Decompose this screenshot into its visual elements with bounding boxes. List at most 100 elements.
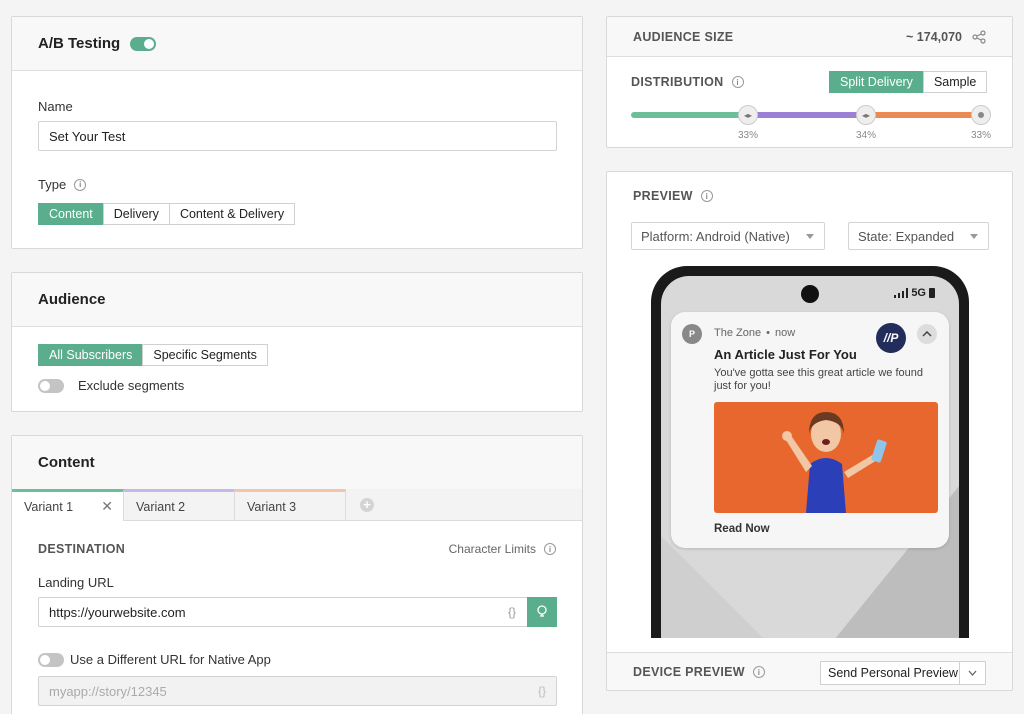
exclude-segments-toggle[interactable] — [38, 378, 64, 393]
device-preview-bar: DEVICE PREVIEW i Send Personal Preview — [607, 652, 1012, 690]
tab-variant-1[interactable]: Variant 1 ✕ — [12, 489, 124, 521]
distribution-label: DISTRIBUTION — [631, 75, 724, 89]
preview-label: PREVIEW — [633, 189, 693, 203]
brand-logo: //P — [876, 323, 906, 353]
push-notification[interactable]: P The Zone • now //P An Article Just For… — [671, 312, 949, 548]
lightbulb-icon[interactable] — [527, 597, 557, 627]
type-content-delivery-option[interactable]: Content & Delivery — [168, 203, 296, 225]
type-content-option[interactable]: Content — [38, 203, 104, 225]
variant-tabs: Variant 1 ✕ Variant 2 Variant 3 + — [12, 489, 582, 521]
specific-segments-option[interactable]: Specific Segments — [142, 344, 268, 366]
notif-image — [714, 402, 938, 513]
phone-mockup: 5G P The Zone • now //P An Article Just … — [651, 266, 969, 638]
content-title: Content — [38, 454, 95, 471]
device-preview-info-icon[interactable]: i — [752, 666, 765, 678]
collapse-icon[interactable] — [917, 324, 937, 344]
camera-icon — [801, 285, 819, 303]
audience-size-label: AUDIENCE SIZE — [633, 29, 734, 44]
ab-testing-title: A/B Testing — [38, 35, 121, 52]
send-preview-dropdown[interactable] — [959, 662, 985, 684]
chevron-down-icon — [806, 234, 814, 239]
signal-icon — [894, 288, 909, 298]
split-segment-3 — [866, 112, 983, 118]
audience-selector: All Subscribers Specific Segments — [38, 344, 268, 366]
preview-panel: PREVIEW i Platform: Android (Native) Sta… — [606, 171, 1013, 691]
woman-photo — [782, 412, 887, 513]
destination-label: DESTINATION — [38, 542, 126, 556]
name-input[interactable]: Set Your Test — [38, 121, 557, 151]
split-segment-2 — [748, 112, 866, 118]
tab-variant-3[interactable]: Variant 3 — [235, 489, 346, 521]
character-limits-label: Character Limits — [448, 542, 536, 556]
landing-url-value: https://yourwebsite.com — [49, 604, 186, 620]
slider-handle-1[interactable]: ◂▸ — [738, 105, 758, 125]
distribution-info-icon[interactable]: i — [731, 76, 744, 88]
app-icon: P — [682, 324, 702, 344]
distribution-mode-selector: Split Delivery Sample — [829, 71, 988, 93]
ab-testing-toggle[interactable] — [130, 36, 157, 51]
split-percent-3: 33% — [971, 130, 992, 141]
battery-icon — [929, 288, 935, 298]
preview-label-row: PREVIEW i — [633, 189, 713, 203]
notif-meta: The Zone • now — [714, 327, 795, 339]
preview-info-icon[interactable]: i — [700, 190, 713, 202]
close-icon[interactable]: ✕ — [101, 498, 113, 515]
notif-body: You've gotta see this great article we f… — [714, 367, 923, 392]
native-url-row: Use a Different URL for Native App — [38, 652, 271, 667]
chevron-down-icon — [970, 234, 978, 239]
content-panel: Content Variant 1 ✕ Variant 2 Variant 3 … — [11, 435, 583, 714]
type-label: Type — [38, 177, 67, 192]
native-url-toggle[interactable] — [38, 652, 64, 667]
device-preview-label-row: DEVICE PREVIEW i — [633, 665, 765, 679]
read-now-action[interactable]: Read Now — [714, 523, 770, 535]
personalization-braces-icon[interactable]: {} — [508, 605, 516, 619]
audience-size-value: ~ 174,070 — [906, 29, 962, 44]
tab-variant-2-label: Variant 2 — [136, 499, 186, 514]
audience-title: Audience — [38, 291, 106, 308]
ab-testing-panel: A/B Testing Name Set Your Test Type i Co… — [11, 16, 583, 249]
split-percent-1: 33% — [738, 130, 759, 141]
status-bar: 5G — [894, 287, 935, 299]
add-variant-icon[interactable]: + — [360, 498, 374, 512]
notif-time: now — [774, 327, 796, 339]
name-label: Name — [38, 99, 73, 114]
native-braces-icon: {} — [537, 684, 546, 698]
distribution-slider[interactable]: ◂▸ ◂▸ — [631, 105, 991, 125]
state-select-value: State: Expanded — [858, 228, 955, 244]
native-url-placeholder: myapp://story/12345 — [49, 683, 167, 699]
landing-url-label: Landing URL — [38, 575, 114, 590]
state-select[interactable]: State: Expanded — [848, 222, 989, 250]
audience-size-header: AUDIENCE SIZE ~ 174,070 — [607, 17, 1012, 57]
distribution-label-row: DISTRIBUTION i — [631, 75, 744, 89]
content-header: Content — [12, 436, 582, 490]
platform-select[interactable]: Platform: Android (Native) — [631, 222, 825, 250]
meta-dot: • — [766, 327, 770, 339]
split-percent-2: 34% — [856, 130, 877, 141]
type-info-icon[interactable]: i — [74, 178, 87, 191]
device-preview-label: DEVICE PREVIEW — [633, 665, 745, 679]
audience-header: Audience — [12, 273, 582, 327]
ab-testing-header: A/B Testing — [12, 17, 582, 71]
app-name: The Zone — [714, 327, 762, 339]
network-label: 5G — [911, 287, 926, 299]
tab-variant-3-label: Variant 3 — [247, 499, 297, 514]
slider-handle-2[interactable]: ◂▸ — [856, 105, 876, 125]
tab-variant-1-label: Variant 1 — [24, 499, 74, 514]
sample-option[interactable]: Sample — [922, 71, 988, 93]
split-delivery-option[interactable]: Split Delivery — [829, 71, 924, 93]
exclude-segments-label: Exclude segments — [78, 378, 185, 393]
split-segment-1 — [631, 112, 748, 118]
type-delivery-option[interactable]: Delivery — [102, 203, 170, 225]
slider-end-handle[interactable] — [971, 105, 991, 125]
exclude-row: Exclude segments — [38, 378, 184, 393]
chevron-down-icon — [968, 670, 977, 676]
character-limits[interactable]: Character Limits i — [449, 542, 556, 556]
platform-select-value: Platform: Android (Native) — [641, 228, 790, 244]
all-subscribers-option[interactable]: All Subscribers — [38, 344, 144, 366]
notif-title: An Article Just For You — [714, 347, 857, 362]
share-icon[interactable] — [972, 30, 986, 47]
landing-url-input[interactable]: https://yourwebsite.com {} — [38, 597, 557, 627]
tab-variant-2[interactable]: Variant 2 — [124, 489, 235, 521]
send-preview-button[interactable]: Send Personal Preview — [820, 661, 986, 685]
character-limits-info-icon[interactable]: i — [544, 543, 556, 555]
